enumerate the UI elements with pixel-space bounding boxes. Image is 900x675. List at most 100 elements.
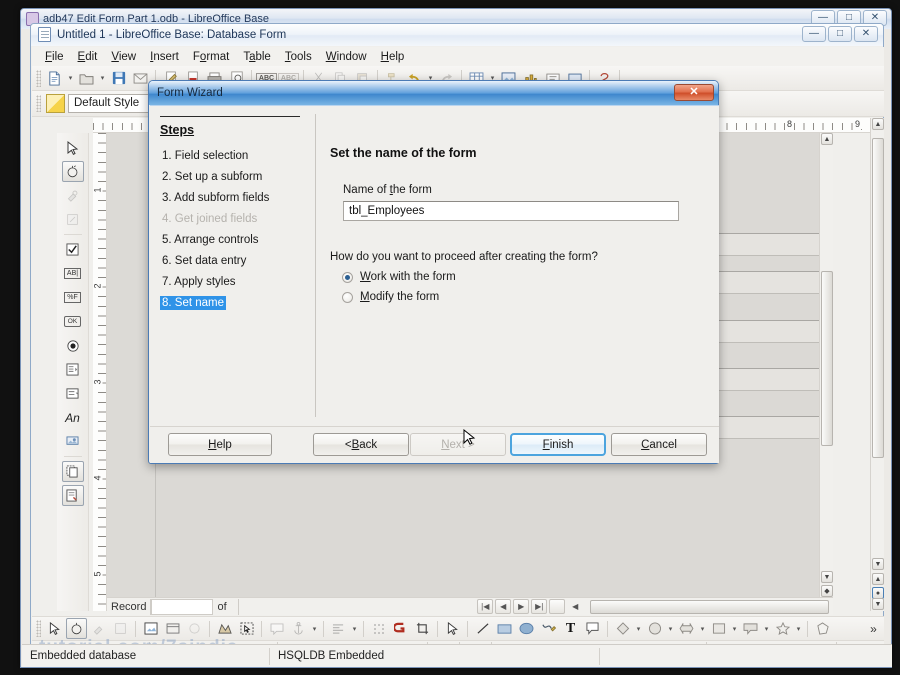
- wizard-step-6[interactable]: 6. Set data entry: [160, 254, 248, 268]
- new-record-button[interactable]: [549, 599, 566, 614]
- formatting-toolbar-grip[interactable]: [36, 95, 41, 112]
- symbol-shapes-dropdown-icon[interactable]: ▾: [666, 618, 675, 639]
- next-record-button[interactable]: ▶: [513, 599, 530, 614]
- list-box-icon[interactable]: [62, 359, 84, 380]
- menu-edit[interactable]: Edit: [71, 50, 105, 64]
- form-navigator-icon[interactable]: [61, 461, 84, 482]
- image-control-icon[interactable]: [62, 431, 84, 452]
- block-arrows-icon[interactable]: [676, 618, 697, 639]
- insert-object-icon[interactable]: [184, 618, 205, 639]
- menu-file[interactable]: File: [38, 50, 71, 64]
- last-record-button[interactable]: ▶|: [531, 599, 548, 614]
- menu-help[interactable]: Help: [374, 50, 412, 64]
- record-number-input[interactable]: [151, 598, 214, 615]
- doc-page-up-icon[interactable]: ▲: [872, 573, 884, 585]
- menu-window[interactable]: Window: [319, 50, 374, 64]
- scroll-up-icon[interactable]: ▲: [821, 133, 833, 145]
- toolbar-overflow-icon[interactable]: »: [863, 618, 884, 639]
- finish-button[interactable]: Finish: [510, 433, 606, 456]
- anchor-dropdown-icon[interactable]: ▾: [310, 618, 319, 639]
- block-arrows-dropdown-icon[interactable]: ▾: [698, 618, 707, 639]
- menu-format[interactable]: Format: [186, 50, 236, 64]
- document-vertical-scrollbar[interactable]: ▲ ▼ ▲ ● ▼: [870, 118, 884, 611]
- back-button[interactable]: < Back: [313, 433, 409, 456]
- menu-view[interactable]: View: [104, 50, 143, 64]
- form-properties-icon[interactable]: [62, 209, 84, 230]
- help-button[interactable]: Help: [168, 433, 272, 456]
- control-wizards-icon[interactable]: [88, 618, 109, 639]
- form-name-input[interactable]: tbl_Employees: [343, 201, 679, 221]
- first-record-button[interactable]: |◀: [477, 599, 494, 614]
- pointer-icon[interactable]: [442, 618, 463, 639]
- stars-dropdown-icon[interactable]: ▾: [794, 618, 803, 639]
- previous-record-button[interactable]: ◀: [495, 599, 512, 614]
- paragraph-style-icon[interactable]: [46, 94, 65, 113]
- ellipse-icon[interactable]: [516, 618, 537, 639]
- 3d-objects-icon[interactable]: [812, 618, 833, 639]
- doc-page-down-icon[interactable]: ▼: [872, 598, 884, 610]
- design-mode-icon[interactable]: [66, 618, 87, 639]
- align-dropdown-icon[interactable]: ▾: [350, 618, 359, 639]
- stars-icon[interactable]: [772, 618, 793, 639]
- freeform-line-icon[interactable]: [538, 618, 559, 639]
- scroll-left-icon[interactable]: ◀: [567, 599, 583, 614]
- doc-scrollbar-thumb[interactable]: [872, 138, 884, 458]
- menu-tools[interactable]: Tools: [278, 50, 319, 64]
- menu-insert[interactable]: Insert: [143, 50, 186, 64]
- wizard-close-button[interactable]: ✕: [674, 84, 714, 101]
- flowchart-icon[interactable]: [708, 618, 729, 639]
- split-view-icon[interactable]: ◆: [821, 585, 833, 597]
- select-pointer-icon[interactable]: [62, 137, 84, 158]
- wizard-step-1[interactable]: 1. Field selection: [160, 149, 250, 163]
- text-box-icon[interactable]: An: [62, 407, 84, 428]
- wizard-step-8[interactable]: 8. Set name: [160, 296, 227, 310]
- canvas-vertical-scrollbar[interactable]: ▲ ▼ ◆ ▼: [819, 133, 833, 611]
- push-button-icon[interactable]: OK: [62, 311, 84, 332]
- callouts-icon[interactable]: [740, 618, 761, 639]
- form-maximize-button[interactable]: □: [828, 26, 852, 42]
- select-pointer-icon[interactable]: [44, 618, 65, 639]
- new-document-icon[interactable]: [44, 68, 65, 89]
- symbol-shapes-icon[interactable]: [644, 618, 665, 639]
- points-icon[interactable]: [368, 618, 389, 639]
- doc-scroll-up-icon[interactable]: ▲: [872, 118, 884, 130]
- horizontal-scrollbar-thumb[interactable]: [590, 599, 829, 614]
- control-properties-icon[interactable]: [62, 185, 84, 206]
- text-icon[interactable]: T: [560, 618, 581, 639]
- open-dropdown-icon[interactable]: ▾: [98, 68, 107, 89]
- design-mode-toggle-icon[interactable]: [61, 161, 84, 182]
- rectangle-icon[interactable]: [494, 618, 515, 639]
- polygon-fill-icon[interactable]: [214, 618, 235, 639]
- wizard-step-2[interactable]: 2. Set up a subform: [160, 170, 264, 184]
- check-box-icon[interactable]: [62, 239, 84, 260]
- anchor-icon[interactable]: [288, 618, 309, 639]
- add-field-icon[interactable]: [61, 485, 84, 506]
- form-close-button[interactable]: ✕: [854, 26, 878, 42]
- cancel-button[interactable]: Cancel: [611, 433, 707, 456]
- flowchart-dropdown-icon[interactable]: ▾: [730, 618, 739, 639]
- label-field-icon[interactable]: AB|: [62, 263, 84, 284]
- align-icon[interactable]: [328, 618, 349, 639]
- form-minimize-button[interactable]: —: [802, 26, 826, 42]
- open-folder-icon[interactable]: [76, 68, 97, 89]
- wizard-step-7[interactable]: 7. Apply styles: [160, 275, 238, 289]
- basic-shapes-dropdown-icon[interactable]: ▾: [634, 618, 643, 639]
- wizard-step-5[interactable]: 5. Arrange controls: [160, 233, 261, 247]
- insert-image-icon[interactable]: [140, 618, 161, 639]
- callout-icon[interactable]: [266, 618, 287, 639]
- option-button-icon[interactable]: [62, 335, 84, 356]
- radio-work-with-form[interactable]: Work with the form: [342, 271, 711, 283]
- menu-table[interactable]: Table: [236, 50, 278, 64]
- callout-shape-icon[interactable]: [582, 618, 603, 639]
- wizard-step-3[interactable]: 3. Add subform fields: [160, 191, 271, 205]
- drawing-toolbar-grip[interactable]: [36, 620, 41, 637]
- callouts-dropdown-icon[interactable]: ▾: [762, 618, 771, 639]
- formatted-field-icon[interactable]: %F: [62, 287, 84, 308]
- radio-work-with-form-indicator[interactable]: [342, 271, 353, 283]
- form-design-icon[interactable]: [110, 618, 131, 639]
- scroll-down-icon[interactable]: ▼: [821, 571, 833, 583]
- radio-modify-form[interactable]: Modify the form: [342, 291, 711, 303]
- toolbar-grip[interactable]: [36, 69, 41, 87]
- scrollbar-thumb[interactable]: [821, 271, 833, 446]
- radio-modify-form-indicator[interactable]: [342, 291, 353, 303]
